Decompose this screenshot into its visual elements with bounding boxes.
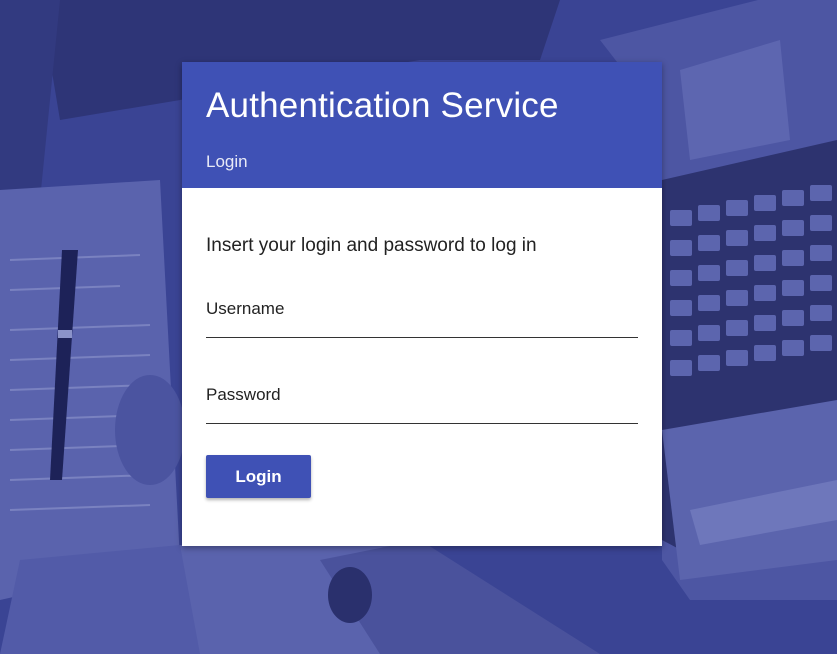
card-subtitle: Login xyxy=(206,152,248,171)
instruction-text: Insert your login and password to log in xyxy=(206,235,537,256)
card-body: Insert your login and password to log in… xyxy=(182,188,662,425)
page-title: Authentication Service xyxy=(206,86,559,125)
password-field[interactable]: Password xyxy=(206,385,638,425)
password-input[interactable] xyxy=(206,385,638,421)
username-field[interactable]: Username xyxy=(206,299,638,339)
username-underline xyxy=(206,337,638,338)
login-card: Authentication Service Login Insert your… xyxy=(182,62,662,546)
card-header: Authentication Service Login xyxy=(182,62,662,188)
login-button[interactable]: Login xyxy=(206,455,311,498)
username-input[interactable] xyxy=(206,299,638,335)
password-underline xyxy=(206,423,638,424)
